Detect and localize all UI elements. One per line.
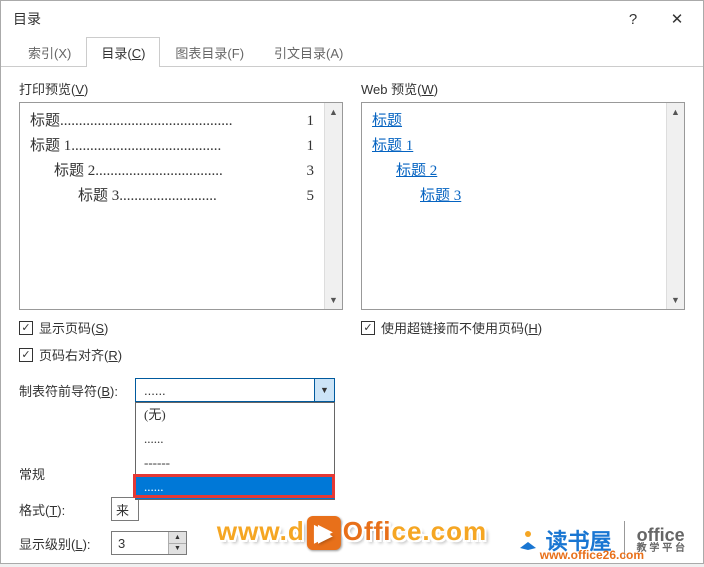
toc-line: 标题 .....................................… <box>30 109 314 134</box>
show-page-numbers-check[interactable]: ✓ 显示页码(S) <box>19 318 343 337</box>
web-link-item: 标题 1 <box>372 134 656 159</box>
web-preview-label: Web 预览(W) <box>361 79 685 98</box>
tab-figures[interactable]: 图表目录(F) <box>160 37 259 67</box>
dialog-title: 目录 <box>13 9 611 29</box>
dialog-content: 打印预览(V) 标题 .............................… <box>1 67 703 567</box>
right-column: Web 预览(W) 标题 标题 1 标题 2 标题 3 ▲ ▼ ✓ 使用超链接而… <box>361 79 685 555</box>
titlebar: 目录 ? ✕ <box>1 1 703 37</box>
toc-line: 标题 1 ...................................… <box>30 134 314 159</box>
tab-toc[interactable]: 目录(C) <box>86 37 160 67</box>
web-preview-content: 标题 标题 1 标题 2 标题 3 <box>362 103 666 309</box>
spinner-buttons: ▲ ▼ <box>168 532 186 554</box>
help-button[interactable]: ? <box>611 1 655 37</box>
sub-url-watermark: www.office26.com <box>540 548 644 562</box>
leader-option-selected[interactable]: ...... <box>136 475 334 499</box>
web-link-item: 标题 <box>372 109 656 134</box>
leader-row: 制表符前导符(B): ...... ▼ (无) ...... ------ ..… <box>19 378 343 402</box>
spin-down-icon[interactable]: ▼ <box>169 543 186 555</box>
tab-strip: 索引(X) 目录(C) 图表目录(F) 引文目录(A) <box>1 37 703 67</box>
scroll-up-icon[interactable]: ▲ <box>667 103 684 121</box>
close-button[interactable]: ✕ <box>655 1 699 37</box>
chevron-down-icon[interactable]: ▼ <box>314 379 334 401</box>
toc-dialog: 目录 ? ✕ 索引(X) 目录(C) 图表目录(F) 引文目录(A) 打印预览(… <box>0 0 704 564</box>
checkbox-icon: ✓ <box>19 321 33 335</box>
toc-line: 标题 2 .................................. … <box>30 159 314 184</box>
print-preview-content: 标题 .....................................… <box>20 103 324 309</box>
web-link-item: 标题 3 <box>372 184 656 209</box>
print-preview-box: 标题 .....................................… <box>19 102 343 310</box>
scroll-up-icon[interactable]: ▲ <box>325 103 342 121</box>
levels-value: 3 <box>112 532 168 554</box>
leader-label: 制表符前导符(B): <box>19 381 131 400</box>
checkbox-icon: ✓ <box>361 321 375 335</box>
spin-up-icon[interactable]: ▲ <box>169 532 186 543</box>
tab-index[interactable]: 索引(X) <box>13 37 86 67</box>
leader-option-none[interactable]: (无) <box>136 403 334 427</box>
format-label: 格式(T): <box>19 500 111 519</box>
checkbox-icon: ✓ <box>19 348 33 362</box>
toc-line: 标题 3 .......................... 5 <box>30 184 314 209</box>
preview-scrollbar[interactable]: ▲ ▼ <box>666 103 684 309</box>
leader-dropdown: (无) ...... ------ ...... <box>135 402 335 500</box>
checkbox-label: 显示页码(S) <box>39 318 108 337</box>
use-hyperlinks-check[interactable]: ✓ 使用超链接而不使用页码(H) <box>361 318 685 337</box>
leader-option-dots[interactable]: ...... <box>136 427 334 451</box>
leader-value: ...... <box>136 383 314 398</box>
left-column: 打印预览(V) 标题 .............................… <box>19 79 343 555</box>
office-badge-icon: ▶ <box>307 516 341 550</box>
right-align-check[interactable]: ✓ 页码右对齐(R) <box>19 345 343 364</box>
checkbox-label: 页码右对齐(R) <box>39 345 122 364</box>
tab-citations[interactable]: 引文目录(A) <box>259 37 358 67</box>
url-watermark: www.d▶Office.com <box>217 516 487 550</box>
person-reading-icon <box>516 528 540 552</box>
print-preview-label: 打印预览(V) <box>19 79 343 98</box>
scroll-down-icon[interactable]: ▼ <box>325 291 342 309</box>
levels-spinner[interactable]: 3 ▲ ▼ <box>111 531 187 555</box>
web-link-item: 标题 2 <box>372 159 656 184</box>
scroll-down-icon[interactable]: ▼ <box>667 291 684 309</box>
leader-combo[interactable]: ...... ▼ (无) ...... ------ ...... <box>135 378 335 402</box>
format-combo[interactable]: 来 <box>111 497 139 521</box>
leader-option-dashes[interactable]: ------ <box>136 451 334 475</box>
checkbox-label: 使用超链接而不使用页码(H) <box>381 318 542 337</box>
web-preview-box: 标题 标题 1 标题 2 标题 3 ▲ ▼ <box>361 102 685 310</box>
levels-label: 显示级别(L): <box>19 534 111 553</box>
preview-scrollbar[interactable]: ▲ ▼ <box>324 103 342 309</box>
